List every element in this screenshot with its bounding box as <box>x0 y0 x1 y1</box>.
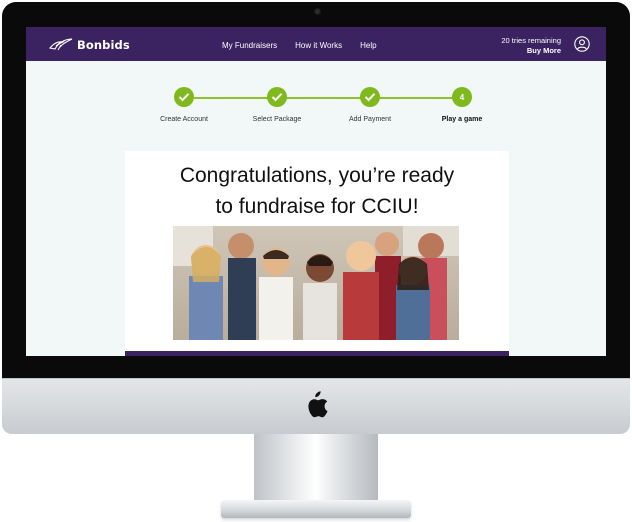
congratulations-card: Congratulations, you’re ready to fundrai… <box>125 151 509 356</box>
card-bottom-bar <box>125 351 509 356</box>
step-3-complete <box>360 87 380 107</box>
monitor-screen: Bonbids My Fundraisers How it Works Help… <box>26 27 606 356</box>
user-circle-icon[interactable] <box>574 36 590 52</box>
monitor-stand <box>254 434 378 504</box>
step-label-play-a-game: Play a game <box>441 116 483 123</box>
nav-link-how-it-works[interactable]: How it Works <box>295 41 342 50</box>
camera-dot <box>315 9 320 14</box>
step-2-complete <box>267 87 287 107</box>
nav-links: My Fundraisers How it Works Help <box>222 41 377 50</box>
buy-more-link[interactable]: Buy More <box>501 46 561 56</box>
bird-logo-icon <box>49 38 73 51</box>
top-nav-bar: Bonbids My Fundraisers How it Works Help… <box>26 27 606 61</box>
nav-link-my-fundraisers[interactable]: My Fundraisers <box>222 41 277 50</box>
headline-line-2: to fundraise for CCIU! <box>215 195 419 218</box>
stepper-connector <box>194 97 466 99</box>
step-1-complete <box>174 87 194 107</box>
step-label-select-package: Select Package <box>252 116 302 123</box>
step-label-create-account: Create Account <box>160 116 208 123</box>
headline-line-1: Congratulations, you’re ready <box>179 164 455 187</box>
page-headline: Congratulations, you’re ready to fundrai… <box>125 160 509 222</box>
hero-photo-children <box>173 226 459 340</box>
checkmark-icon <box>178 93 190 102</box>
progress-stepper: 4 Create Account Select Package Add Paym… <box>26 61 606 123</box>
monitor-stand-foot <box>221 500 411 518</box>
checkmark-icon <box>271 93 283 102</box>
tries-remaining-text: 20 tries remaining <box>501 36 561 45</box>
checkmark-icon <box>364 93 376 102</box>
nav-link-help[interactable]: Help <box>360 41 376 50</box>
step-label-add-payment: Add Payment <box>348 116 392 123</box>
step-4-current: 4 <box>452 87 472 107</box>
tries-remaining-box: 20 tries remaining Buy More <box>501 36 561 56</box>
logo-text: Bonbids <box>77 37 130 52</box>
brand-logo[interactable]: Bonbids <box>48 37 130 52</box>
apple-logo-icon <box>308 391 328 418</box>
